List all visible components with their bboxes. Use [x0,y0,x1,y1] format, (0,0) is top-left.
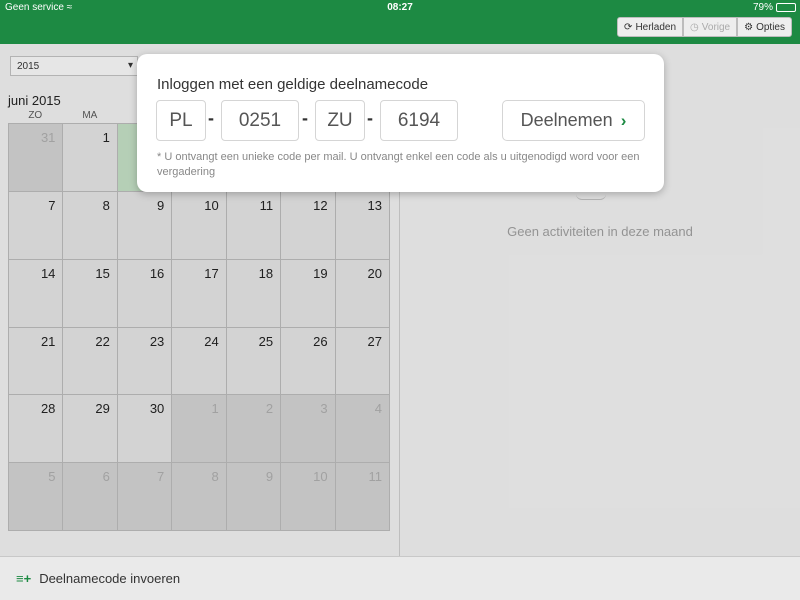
chevron-right-icon: › [620,110,627,130]
battery-icon [776,3,796,12]
list-add-icon: ≡+ [16,571,32,586]
code-part-2[interactable]: 0251 [221,100,299,141]
gear-icon: ⚙ [744,21,754,33]
toolbar: ⟳ Herladen ◷ Vorige ⚙ Opties [617,17,792,37]
options-button[interactable]: ⚙ Opties [737,17,792,37]
reload-icon: ⟳ [624,21,633,33]
modal-title: Inloggen met een geldige deelnamecode [157,76,429,93]
join-button[interactable]: Deelnemen › [502,100,645,141]
code-part-3[interactable]: ZU [315,100,365,141]
previous-button[interactable]: ◷ Vorige [683,17,738,37]
history-icon: ◷ [690,21,699,33]
battery-percent: 79% [752,2,773,13]
code-part-1[interactable]: PL [156,100,206,141]
code-separator: - [302,108,308,128]
status-bar: Geen service ≈ 08:27 79% [0,0,800,16]
login-code-modal: Inloggen met een geldige deelnamecode PL… [137,54,664,192]
reload-button[interactable]: ⟳ Herladen [617,17,684,37]
code-note: * U ontvangt een unieke code per mail. U… [157,151,640,178]
clock: 08:27 [387,2,413,13]
code-separator: - [367,108,373,128]
enter-code-bar[interactable]: ≡+ Deelnamecode invoeren [0,556,800,600]
code-separator: - [208,108,214,128]
code-part-4[interactable]: 6194 [380,100,458,141]
